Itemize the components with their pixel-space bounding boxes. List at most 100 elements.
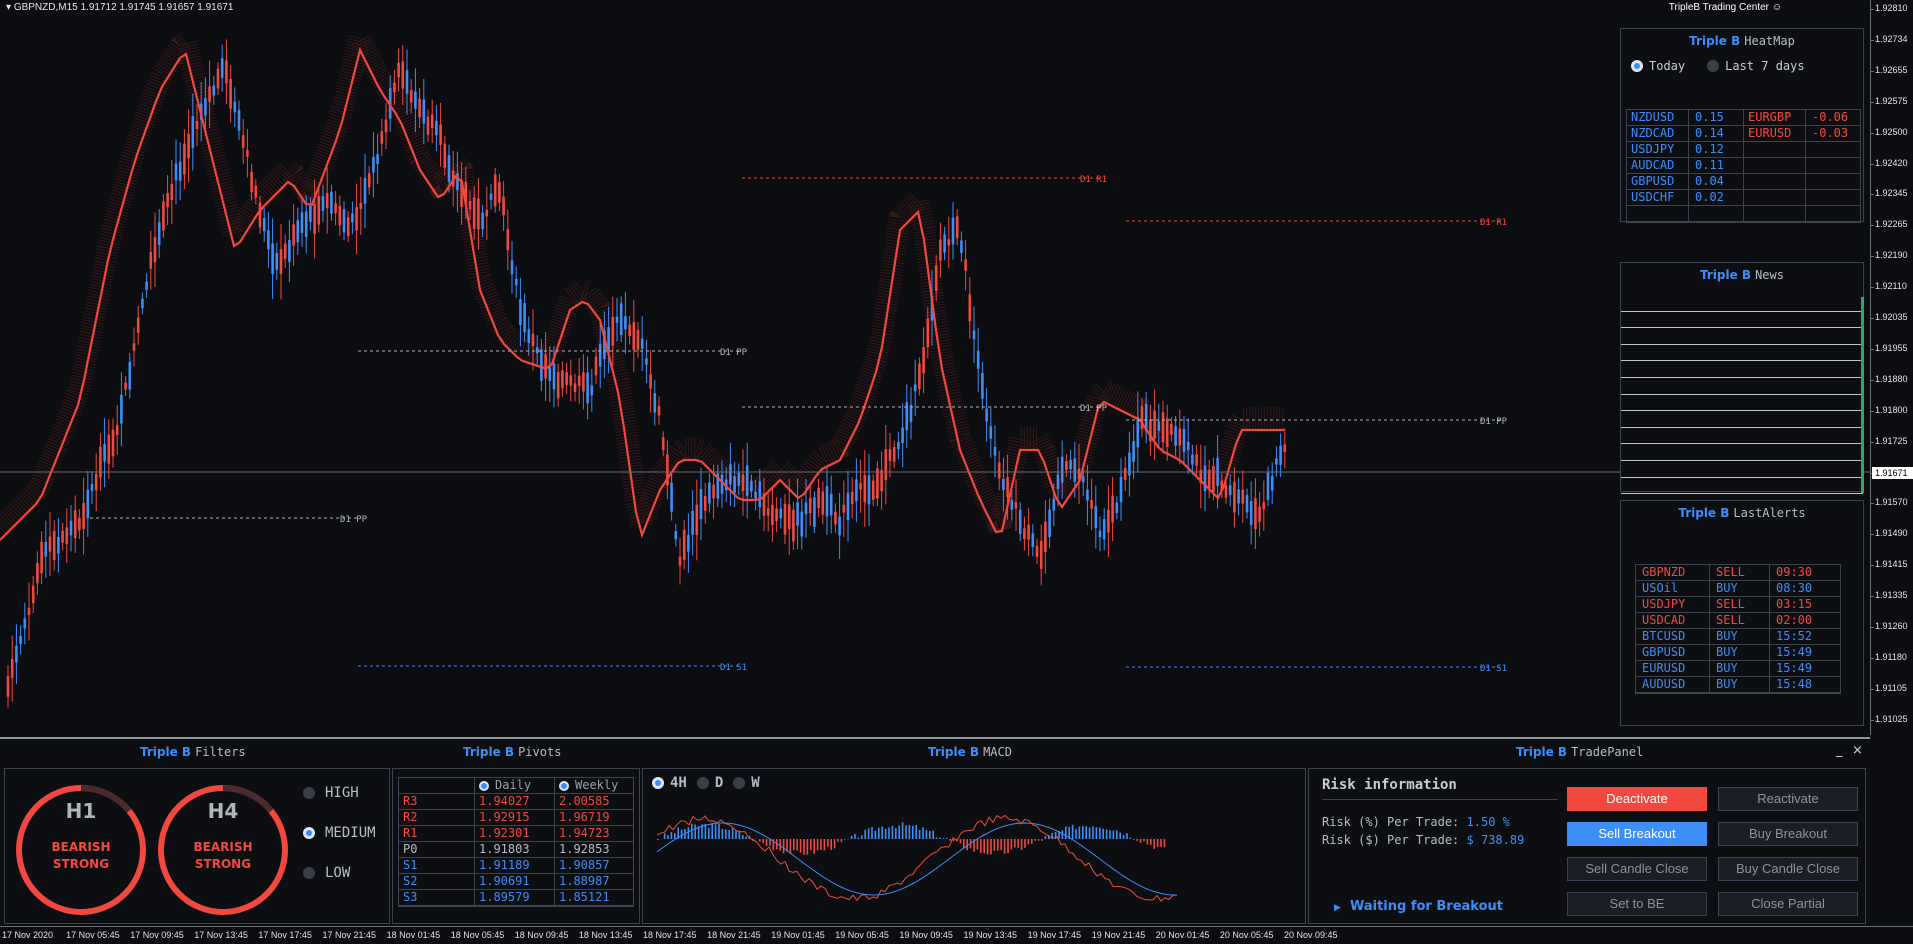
candle-body [871,480,875,500]
tf-d-radio[interactable]: D [696,775,723,791]
sell-candle-close-button[interactable]: Sell Candle Close [1567,857,1707,881]
heatmap-row: USDCHF 0.02 [1627,190,1743,206]
price-tick: 1.91955 [1870,342,1908,353]
macd-bar [942,838,945,839]
candle-body [506,229,510,251]
level-low-radio[interactable]: LOW [303,865,350,881]
news-item[interactable] [1621,312,1863,329]
macd-bar [1017,839,1019,848]
news-item[interactable] [1621,328,1863,345]
macd-bar [1112,830,1115,839]
news-item[interactable] [1621,361,1863,378]
news-item[interactable] [1621,444,1863,461]
news-item[interactable] [1621,395,1863,412]
macd-bar [1156,839,1159,847]
play-icon: ▶ [1334,903,1341,913]
alert-time: 09:30 [1776,565,1813,579]
alert-side: SELL [1710,565,1770,580]
candles [6,39,1287,708]
candle-body [481,212,484,230]
level-medium-radio[interactable]: MEDIUM [303,825,376,841]
news-item[interactable] [1621,411,1863,428]
news-item[interactable] [1621,461,1863,478]
news-list[interactable] [1621,295,1863,495]
price-tick: 1.92500 [1870,126,1908,137]
price-chart[interactable]: D1 R1 D1 R1 D1 PP D1 PP D1 PP D1 PP D1 S1 D1 S1… [0,0,1870,735]
close-partial-button[interactable]: Close Partial [1718,892,1858,916]
trading-center-title: TripleB Trading Center ☺ [1668,2,1782,13]
candlestick-chart[interactable]: D1 R1 D1 R1 D1 PP D1 PP D1 PP D1 PP D1 S1 D1 S1 [0,0,1870,735]
alert-pair: EURUSD [1636,661,1710,676]
candle-body [338,205,342,226]
candle-body [401,61,405,89]
sell-breakout-button[interactable]: Sell Breakout [1567,822,1707,846]
deactivate-button[interactable]: Deactivate [1567,787,1707,811]
candle-body [1065,461,1068,470]
candle-body [485,210,489,217]
candle-body [300,212,304,234]
macd-bar [1041,839,1043,841]
news-item[interactable] [1621,345,1863,362]
close-button[interactable]: × [1852,743,1863,758]
macd-bar [718,824,720,839]
macd-bar [1085,826,1087,839]
chart-menu-icon[interactable]: ▾ [6,2,11,13]
waiting-status: ▶ Waiting for Breakout [1334,899,1503,914]
news-item[interactable] [1621,378,1863,395]
candle-body [850,491,854,504]
candle-body [241,135,245,148]
buy-breakout-button[interactable]: Buy Breakout [1718,822,1858,846]
set-to-be-button[interactable]: Set to BE [1567,892,1707,916]
news-item[interactable] [1621,478,1863,495]
macd-bar [742,834,744,839]
candle-body [414,91,417,109]
macd-bar [1160,839,1162,847]
candle-body [153,237,157,263]
heatmap-positive-list: NZDUSD 0.15 NZDCAD 0.14 USDJPY 0.12 AUDCAD 0.11… [1626,109,1744,223]
macd-bar [871,827,873,839]
pivots-weekly-header[interactable]: Weekly [555,778,633,793]
candle-body [225,60,228,84]
macd-bar [854,834,856,839]
radio-today[interactable]: Today [1631,59,1685,73]
macd-bar [864,829,866,839]
macd-bar [861,835,863,839]
radio-last-7-days[interactable]: Last 7 days [1707,59,1805,73]
news-item[interactable] [1621,428,1863,445]
macd-title: Triple B MACD [928,745,1012,759]
candle-body [783,503,787,535]
buy-candle-close-button[interactable]: Buy Candle Close [1718,857,1858,881]
price-tick: 1.92734 [1870,33,1908,44]
alert-row: BTCUSD BUY 15:52 [1636,629,1840,645]
candle-body [1023,528,1026,539]
macd-bar [888,827,890,839]
macd-bar [759,839,761,842]
candle-body [304,211,308,237]
news-item[interactable] [1621,295,1863,312]
pivots-daily-header[interactable]: Daily [475,778,555,793]
pivot-level-label: D1 S1 [720,663,747,673]
candle-body [901,427,904,444]
candle-body [6,676,10,697]
price-tick: 1.91880 [1870,373,1908,384]
candle-body [216,68,220,89]
candle-body [703,495,707,511]
macd-bar [714,824,717,839]
minimize-button[interactable]: _ [1836,743,1843,758]
reactivate-button[interactable]: Reactivate [1718,787,1858,811]
candle-body [855,479,858,502]
tf-4h-radio[interactable]: 4H [652,775,687,791]
candle-body [842,504,846,513]
news-scrollbar[interactable] [1861,297,1864,493]
candle-body [191,116,195,148]
time-tick: 18 Nov 09:45 [514,930,569,940]
candle-body [162,201,165,231]
candle-body [267,230,270,250]
smiley-icon: ☺ [1771,2,1782,13]
level-high-radio[interactable]: HIGH [303,785,359,801]
time-tick: 17 Nov 21:45 [322,930,377,940]
macd-bar [1143,839,1145,842]
tf-w-radio[interactable]: W [733,775,760,791]
macd-bar [878,827,880,839]
macd-bar [731,827,734,839]
